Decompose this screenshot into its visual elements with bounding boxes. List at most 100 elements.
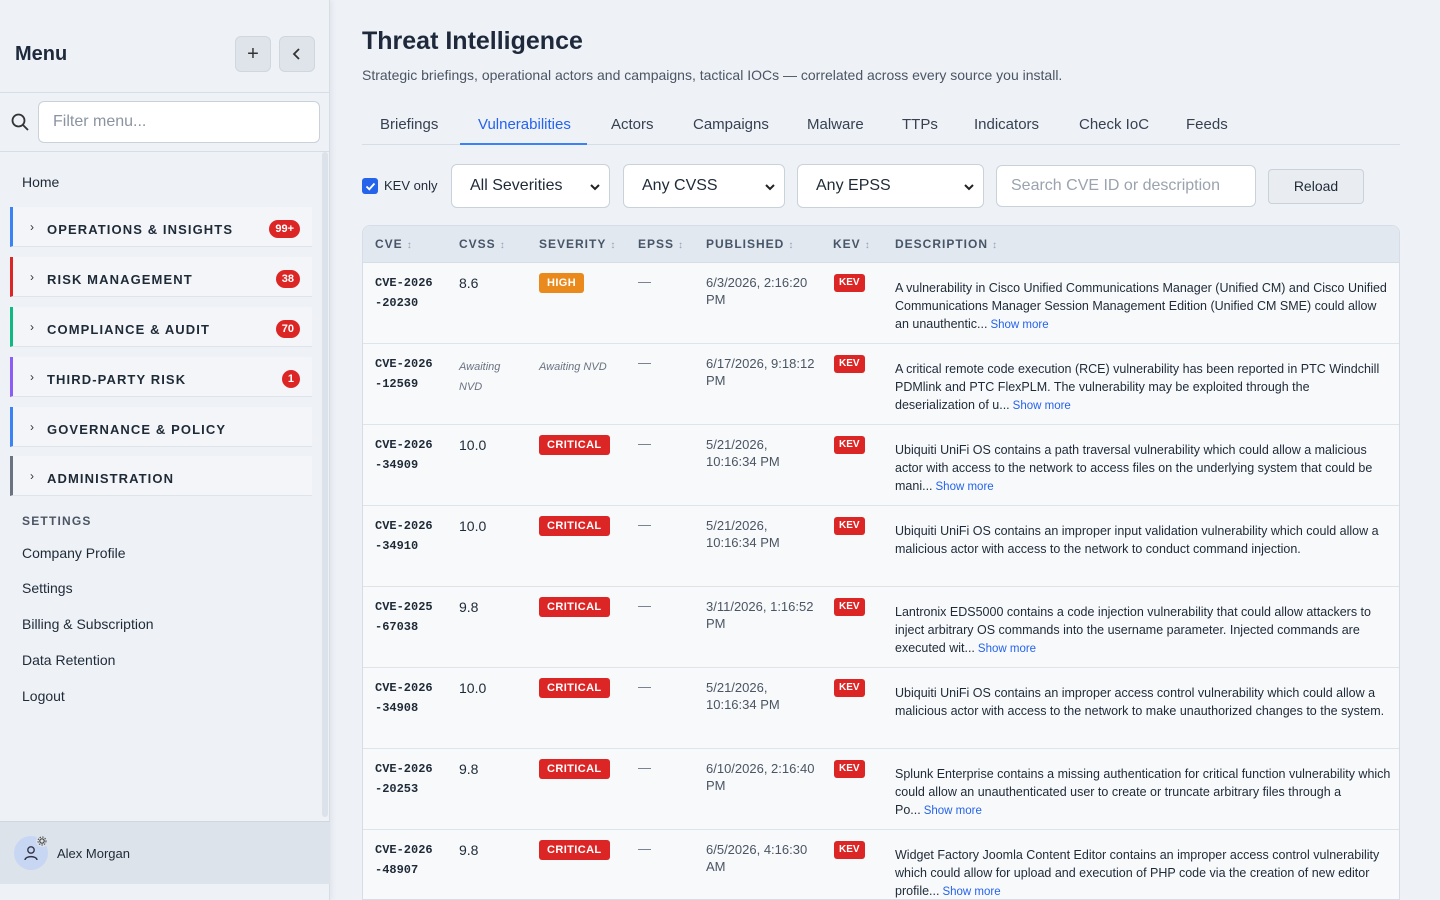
epss-value: — (638, 679, 651, 694)
tab-ttps[interactable]: TTPs (902, 116, 938, 133)
chevron-down-icon (765, 184, 775, 191)
cvss-select[interactable]: Any CVSS (623, 164, 785, 208)
table-row[interactable]: CVE-2026-20253 9.8 CRITICAL — 6/10/2026,… (363, 749, 1399, 830)
table-row[interactable]: CVE-2026-20230 8.6 HIGH — 6/3/2026, 2:16… (363, 263, 1399, 344)
sort-icon: ↕ (864, 240, 871, 251)
severity-badge: HIGH (539, 273, 585, 293)
tab-malware[interactable]: Malware (807, 116, 864, 133)
show-more-link[interactable]: Show more (990, 319, 1048, 331)
sidebar-item-company-profile[interactable]: Company Profile (22, 545, 126, 561)
user-icon (24, 846, 38, 861)
epss-select[interactable]: Any EPSS (797, 164, 984, 208)
tab-bar: Briefings Vulnerabilities Actors Campaig… (362, 105, 1400, 145)
cve-id[interactable]: CVE-2026-48907 (375, 841, 435, 880)
severity-status: Awaiting NVD (539, 361, 607, 373)
severity-select[interactable]: All Severities (451, 164, 610, 208)
description: A critical remote code execution (RCE) v… (895, 362, 1380, 412)
kev-badge: KEV (834, 355, 865, 373)
reload-button[interactable]: Reload (1268, 169, 1364, 204)
sidebar-item-billing[interactable]: Billing & Subscription (22, 616, 154, 632)
cve-id[interactable]: CVE-2026-20253 (375, 760, 435, 799)
tab-actors[interactable]: Actors (611, 116, 654, 133)
column-header-cvss[interactable]: CVSS ↕ (459, 237, 506, 251)
tab-campaigns[interactable]: Campaigns (693, 116, 769, 133)
main-scrollbar[interactable] (1432, 0, 1440, 900)
table-row[interactable]: CVE-2026-34910 10.0 CRITICAL — 5/21/2026… (363, 506, 1399, 587)
user-profile[interactable]: Alex Morgan (0, 821, 330, 884)
show-more-link[interactable]: Show more (942, 886, 1000, 898)
table-row[interactable]: CVE-2026-12569 Awaiting NVD Awaiting NVD… (363, 344, 1399, 425)
sidebar-group-label: ADMINISTRATION (47, 471, 175, 486)
main-content: Threat Intelligence Strategic briefings,… (330, 0, 1440, 900)
sidebar-scrollbar[interactable] (322, 152, 328, 817)
kev-badge: KEV (834, 436, 865, 454)
column-header-severity[interactable]: SEVERITY ↕ (539, 237, 616, 251)
chevron-down-icon (590, 184, 600, 191)
tab-check-ioc[interactable]: Check IoC (1079, 116, 1149, 133)
sidebar-group-third-party-risk[interactable]: › THIRD-PARTY RISK 1 (10, 357, 312, 397)
sidebar-group-label: COMPLIANCE & AUDIT (47, 322, 211, 337)
chevron-left-icon (292, 48, 300, 60)
kev-badge: KEV (834, 517, 865, 535)
column-header-kev[interactable]: KEV ↕ (833, 237, 871, 251)
plus-icon: + (247, 42, 259, 65)
epss-value: — (638, 517, 651, 532)
chevron-right-icon: › (30, 320, 34, 334)
description: Ubiquiti UniFi OS contains an improper i… (895, 524, 1379, 556)
cve-id[interactable]: CVE-2025-67038 (375, 598, 435, 637)
description: Ubiquiti UniFi OS contains a path traver… (895, 443, 1373, 493)
table-row[interactable]: CVE-2025-67038 9.8 CRITICAL — 3/11/2026,… (363, 587, 1399, 668)
cvss-score: 9.8 (459, 842, 479, 858)
cve-id[interactable]: CVE-2026-34909 (375, 436, 435, 475)
cve-id[interactable]: CVE-2026-34910 (375, 517, 435, 556)
sidebar-item-home[interactable]: Home (22, 174, 59, 190)
tab-briefings[interactable]: Briefings (380, 116, 438, 133)
sidebar-item-logout[interactable]: Logout (22, 688, 65, 704)
sidebar-item-settings[interactable]: Settings (22, 580, 73, 596)
kev-only-checkbox[interactable] (362, 178, 378, 194)
epss-value: — (638, 436, 651, 451)
published-date: 6/3/2026, 2:16:20 PM (706, 275, 808, 307)
cve-search-input[interactable] (996, 165, 1256, 207)
show-more-link[interactable]: Show more (936, 481, 994, 493)
column-header-description[interactable]: DESCRIPTION ↕ (895, 237, 998, 251)
kev-badge: KEV (834, 598, 865, 616)
page-title: Threat Intelligence (362, 27, 583, 55)
sort-icon: ↕ (499, 240, 506, 251)
epss-value: — (638, 274, 651, 289)
collapse-sidebar-button[interactable] (279, 36, 315, 72)
published-date: 3/11/2026, 1:16:52 PM (706, 599, 814, 631)
sidebar-group-administration[interactable]: › ADMINISTRATION (10, 456, 312, 496)
column-header-published[interactable]: PUBLISHED ↕ (706, 237, 794, 251)
sort-icon: ↕ (610, 240, 617, 251)
count-badge: 1 (281, 370, 300, 388)
count-badge: 38 (275, 270, 300, 288)
sidebar-group-risk-management[interactable]: › RISK MANAGEMENT 38 (10, 257, 312, 297)
sidebar-group-label: RISK MANAGEMENT (47, 272, 193, 287)
sidebar-item-data-retention[interactable]: Data Retention (22, 652, 115, 668)
show-more-link[interactable]: Show more (1013, 400, 1071, 412)
sidebar-group-label: OPERATIONS & INSIGHTS (47, 222, 234, 237)
description: Splunk Enterprise contains a missing aut… (895, 767, 1391, 817)
table-row[interactable]: CVE-2026-34909 10.0 CRITICAL — 5/21/2026… (363, 425, 1399, 506)
filter-menu-input[interactable] (38, 101, 320, 143)
sidebar-group-governance-policy[interactable]: › GOVERNANCE & POLICY (10, 407, 312, 447)
table-row[interactable]: CVE-2026-48907 9.8 CRITICAL — 6/5/2026, … (363, 830, 1399, 899)
tab-indicators[interactable]: Indicators (974, 116, 1039, 133)
cve-id[interactable]: CVE-2026-34908 (375, 679, 435, 718)
column-header-cve[interactable]: CVE ↕ (375, 237, 413, 251)
show-more-link[interactable]: Show more (924, 805, 982, 817)
cve-id[interactable]: CVE-2026-12569 (375, 355, 435, 394)
table-row[interactable]: CVE-2026-34908 10.0 CRITICAL — 5/21/2026… (363, 668, 1399, 749)
tab-vulnerabilities[interactable]: Vulnerabilities (478, 116, 571, 133)
tab-feeds[interactable]: Feeds (1186, 116, 1228, 133)
column-header-epss[interactable]: EPSS ↕ (638, 237, 684, 251)
cve-id[interactable]: CVE-2026-20230 (375, 274, 435, 313)
kev-only-label: KEV only (384, 178, 438, 193)
add-button[interactable]: + (235, 36, 271, 72)
sidebar-group-compliance-audit[interactable]: › COMPLIANCE & AUDIT 70 (10, 307, 312, 347)
published-date: 5/21/2026, 10:16:34 PM (706, 680, 780, 712)
sidebar-group-operations-insights[interactable]: › OPERATIONS & INSIGHTS 99+ (10, 207, 312, 247)
show-more-link[interactable]: Show more (978, 643, 1036, 655)
description: A vulnerability in Cisco Unified Communi… (895, 281, 1387, 331)
